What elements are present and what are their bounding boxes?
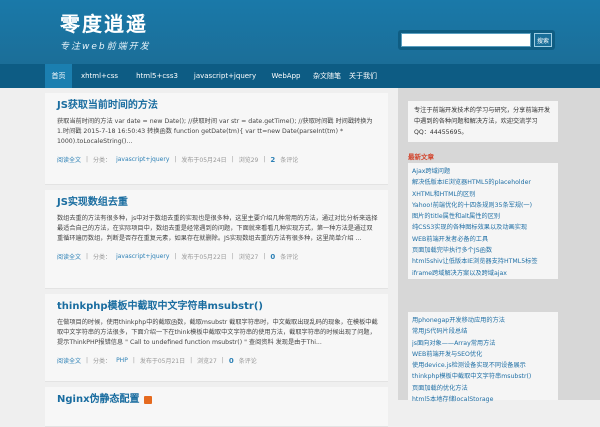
post-date: 发布于05月22日 xyxy=(181,254,227,261)
search-box: 搜索 xyxy=(398,30,555,50)
category-label: 分类： xyxy=(93,254,112,261)
comment-count[interactable]: 0 xyxy=(229,357,234,365)
list-item[interactable]: html5shiv让低版本IE浏览器支持HTML5标签 xyxy=(412,256,554,267)
post-meta: 阅读全文 | 分类： javascript+jquery | 发布于05月22日 | 浏… xyxy=(57,252,299,262)
post-date: 发布于05月24日 xyxy=(181,157,227,164)
logo-title: 零度逍遥 xyxy=(60,12,148,36)
category-label: 分类： xyxy=(93,157,112,164)
list-item[interactable]: 解决低版本IE浏览器HTML5的placeholder xyxy=(412,177,554,188)
post-date: 发布于05月21日 xyxy=(139,358,186,365)
post-card: Nginx伪静态配置 xyxy=(45,387,388,427)
related-posts-list: 用phonegap开发移动应用的方法 常用JS代码片段总结 js面向对象——Ar… xyxy=(412,315,554,405)
recent-posts-box: Ajax跨域问题 解决低版本IE浏览器HTML5的placeholder XHT… xyxy=(408,163,558,279)
post-excerpt: 获取当前时间的方法 var date = new Date(); //获取时间 … xyxy=(57,118,373,145)
main-nav: 首页 xhtml+css html5+css3 javascript+jquer… xyxy=(0,64,600,88)
list-item[interactable]: 使用device.js检测设备实现不同设备展示 xyxy=(412,360,554,371)
post-card: JS获取当前时间的方法 获取当前时间的方法 var date = new Dat… xyxy=(45,93,388,185)
site-header: 零度逍遥 专注web前端开发 搜索 xyxy=(0,0,600,64)
list-item[interactable]: 常用JS代码片段总结 xyxy=(412,326,554,337)
comment-label: 条评论 xyxy=(238,358,257,365)
list-item[interactable]: 页面加载的优化方法 xyxy=(412,383,554,394)
nav-item-html5-css3[interactable]: html5+css3 xyxy=(127,64,187,88)
recent-posts-widget: 最新文章 xyxy=(408,151,558,161)
comment-label: 条评论 xyxy=(280,157,299,164)
comment-label: 条评论 xyxy=(280,254,299,261)
search-button[interactable]: 搜索 xyxy=(534,33,552,47)
post-title[interactable]: JS获取当前时间的方法 xyxy=(57,97,378,114)
list-item[interactable]: Yahoo!前端优化的十四条规则35条军规(一) xyxy=(412,200,554,211)
read-more-link[interactable]: 阅读全文 xyxy=(57,356,81,365)
category-link[interactable]: PHP xyxy=(116,357,128,364)
post-title[interactable]: JS实现数组去重 xyxy=(57,194,378,211)
nav-item-javascript-jquery[interactable]: javascript+jquery xyxy=(187,64,263,88)
list-item[interactable]: 图片的title属性和alt属性的区别 xyxy=(412,211,554,222)
list-item[interactable]: thinkphp模板中截取中文字符串msubstr() xyxy=(412,371,554,382)
post-views: 浏览27 xyxy=(197,358,217,365)
list-item[interactable]: 页面加载完毕执行多个JS函数 xyxy=(412,245,554,256)
list-item[interactable]: 纯CSS3实现的各种图标效果以及动画实现 xyxy=(412,222,554,233)
post-views: 浏览29 xyxy=(238,157,259,164)
about-widget: 专注于前端开发技术的学习与研究，分享前端开发中遇到的各种问题和解决方法，欢迎交流… xyxy=(408,101,558,142)
comment-count[interactable]: 2 xyxy=(270,156,275,164)
list-item[interactable]: iframe跨域解决方案以及跨域ajax xyxy=(412,268,554,279)
comment-count[interactable]: 0 xyxy=(270,253,275,261)
list-item[interactable]: Ajax跨域问题 xyxy=(412,166,554,177)
search-input[interactable] xyxy=(401,33,532,47)
read-more-link[interactable]: 阅读全文 xyxy=(57,155,81,164)
post-excerpt: 在做项目的时候，使用thinkphp中的截取函数，截取msubstr 截取字符串… xyxy=(57,319,378,346)
post-meta: 阅读全文 | 分类： PHP | 发布于05月21日 | 浏览27 | 0 条评论 xyxy=(57,356,257,366)
category-link[interactable]: javascript+jquery xyxy=(116,253,169,260)
post-title[interactable]: thinkphp模板中截取中文字符串msubstr() xyxy=(57,298,378,315)
nav-item-xhtml-css[interactable]: xhtml+css xyxy=(72,64,127,88)
post-card: JS实现数组去重 数组去重的方法有很多种，js中对于数组去重的实现也是很多种，这… xyxy=(45,190,388,289)
sidebar: 专注于前端开发技术的学习与研究，分享前端开发中遇到的各种问题和解决方法，欢迎交流… xyxy=(398,88,600,403)
post-list: JS获取当前时间的方法 获取当前时间的方法 var date = new Dat… xyxy=(45,93,388,427)
list-item[interactable]: XHTML和HTML的区别 xyxy=(412,189,554,200)
post-card: thinkphp模板中截取中文字符串msubstr() 在做项目的时候，使用th… xyxy=(45,294,388,382)
list-item[interactable]: 用phonegap开发移动应用的方法 xyxy=(412,315,554,326)
read-more-link[interactable]: 阅读全文 xyxy=(57,252,81,261)
nav-item-about[interactable]: 关于我们 xyxy=(345,64,381,88)
list-item[interactable]: js面向对象——Array常用方法 xyxy=(412,338,554,349)
post-excerpt: 数组去重的方法有很多种，js中对于数组去重的实现也是很多种，这里主要介绍几种常用… xyxy=(57,215,378,242)
nav-item-webapp[interactable]: WebApp xyxy=(263,64,309,88)
list-item[interactable]: WEB前端开发者必备的工具 xyxy=(412,234,554,245)
post-meta: 阅读全文 | 分类： javascript+jquery | 发布于05月24日 | 浏… xyxy=(57,155,299,165)
nav-item-essays[interactable]: 杂文随笔 xyxy=(309,64,345,88)
related-posts-box: 用phonegap开发移动应用的方法 常用JS代码片段总结 js面向对象——Ar… xyxy=(408,312,558,403)
nav-item-home[interactable]: 首页 xyxy=(45,64,72,88)
logo-subtitle: 专注web前端开发 xyxy=(60,42,151,52)
widget-title: 最新文章 xyxy=(408,153,434,161)
post-views: 浏览27 xyxy=(238,254,259,261)
category-label: 分类： xyxy=(93,358,112,365)
site-logo[interactable]: 零度逍遥 专注web前端开发 xyxy=(60,8,151,52)
list-item[interactable]: WEB前端开发与SEO优化 xyxy=(412,349,554,360)
category-link[interactable]: javascript+jquery xyxy=(116,156,169,163)
recent-posts-list: Ajax跨域问题 解决低版本IE浏览器HTML5的placeholder XHT… xyxy=(412,166,554,279)
